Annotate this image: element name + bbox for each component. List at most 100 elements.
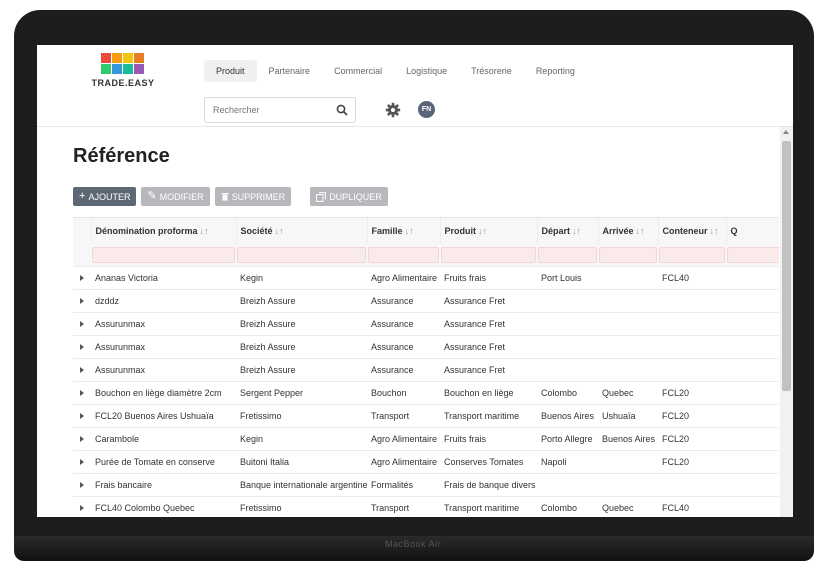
table-cell: Breizh Assure (236, 311, 367, 335)
nav-item-trsorerie[interactable]: Trésorerie (459, 60, 524, 82)
table-cell: Assurance (367, 311, 440, 335)
gear-icon[interactable] (385, 102, 401, 118)
sort-icon[interactable]: ↓↑ (636, 226, 645, 236)
expand-cell[interactable] (73, 426, 91, 450)
nav-item-partenaire[interactable]: Partenaire (257, 60, 323, 82)
expand-caret-icon[interactable] (80, 297, 84, 304)
expand-caret-icon[interactable] (80, 343, 84, 350)
expand-cell[interactable] (73, 472, 91, 496)
column-header-label: Société (240, 226, 273, 236)
table-cell: Kegin (236, 265, 367, 289)
expand-caret-icon[interactable] (80, 481, 84, 488)
table-row[interactable]: Bouchon en liège diamètre 2cm Sergent Pep… (73, 380, 779, 404)
expand-caret-icon[interactable] (80, 435, 84, 442)
expand-cell[interactable] (73, 311, 91, 335)
column-filter-input[interactable] (237, 246, 366, 263)
column-filter-input[interactable] (368, 246, 439, 263)
duplicate-button[interactable]: DUPLIQUER (310, 187, 388, 206)
expand-cell[interactable] (73, 449, 91, 473)
sort-icon[interactable]: ↓↑ (405, 226, 414, 236)
expand-caret-icon[interactable] (80, 412, 84, 419)
table-cell (537, 357, 598, 381)
delete-button[interactable]: SUPPRIMER (214, 187, 292, 206)
table-cell: Assurunmax (91, 334, 236, 358)
expand-caret-icon[interactable] (80, 274, 84, 281)
action-toolbar: + AJOUTER ✎ MODIFIER SUPPRIMER DUPLIQUER (73, 187, 388, 206)
expand-caret-icon[interactable] (80, 320, 84, 327)
table-cell: Buenos Aires (598, 426, 658, 450)
table-cell: Frais de banque divers (440, 472, 537, 496)
table-row[interactable]: Carambole Kegin Agro Alimentaire Fruits fra… (73, 426, 779, 450)
column-filter-input[interactable] (727, 246, 779, 263)
expand-caret-icon[interactable] (80, 366, 84, 373)
table-cell: dzddz (91, 288, 236, 312)
table-row[interactable]: FCL20 Buenos Aires Ushuaïa Fretissimo Tran… (73, 403, 779, 427)
nav-item-produit[interactable]: Produit (204, 60, 257, 82)
expand-cell[interactable] (73, 495, 91, 517)
column-header[interactable]: Dénomination proforma ↓↑ (91, 218, 237, 244)
nav-item-logistique[interactable]: Logistique (394, 60, 459, 82)
column-filter-input[interactable] (441, 246, 536, 263)
pencil-icon: ✎ (147, 190, 157, 202)
table-cell: Assurance Fret (440, 357, 537, 381)
add-button[interactable]: + AJOUTER (73, 187, 137, 206)
sort-icon[interactable]: ↓↑ (275, 226, 284, 236)
search-input[interactable] (205, 98, 330, 122)
expand-caret-icon[interactable] (80, 458, 84, 465)
expand-cell[interactable] (73, 380, 91, 404)
user-avatar[interactable]: FN (418, 101, 435, 118)
plus-icon: + (79, 190, 86, 202)
column-header[interactable]: Q (726, 218, 779, 244)
logo[interactable]: TRADE.EASY (90, 53, 156, 88)
column-filter-input[interactable] (538, 246, 597, 263)
sort-icon[interactable]: ↓↑ (200, 226, 209, 236)
logo-square (134, 53, 144, 63)
column-header[interactable]: Société ↓↑ (236, 218, 368, 244)
table-row[interactable]: Assurunmax Breizh Assure Assurance Assuranc… (73, 311, 779, 335)
expand-cell[interactable] (73, 357, 91, 381)
table-cell: FCL20 (658, 426, 726, 450)
expand-cell[interactable] (73, 288, 91, 312)
table-cell (726, 426, 779, 450)
table-cell: FCL20 Buenos Aires Ushuaïa (91, 403, 236, 427)
expand-cell[interactable] (73, 403, 91, 427)
column-filter-input[interactable] (92, 246, 235, 263)
logo-text: TRADE.EASY (91, 78, 155, 88)
table-cell: Buenos Aires (537, 403, 598, 427)
table-cell: Sergent Pepper (236, 380, 367, 404)
expand-caret-icon[interactable] (80, 504, 84, 511)
expand-cell[interactable] (73, 265, 91, 289)
expand-cell[interactable] (73, 334, 91, 358)
scroll-thumb[interactable] (782, 141, 791, 391)
table-cell: Fretissimo (236, 495, 367, 517)
table-row[interactable]: FCL40 Colombo Quebec Fretissimo Transport T… (73, 495, 779, 517)
column-header[interactable]: Conteneur ↓↑ (658, 218, 727, 244)
table-row[interactable]: Frais bancaire Banque internationale arge… (73, 472, 779, 496)
filter-cell (440, 244, 537, 266)
nav-item-reporting[interactable]: Reporting (524, 60, 587, 82)
column-filter-input[interactable] (599, 246, 657, 263)
column-header[interactable]: Famille ↓↑ (367, 218, 441, 244)
column-header[interactable]: Produit ↓↑ (440, 218, 538, 244)
table-cell: Quebec (598, 380, 658, 404)
table-cell: Quebec (598, 495, 658, 517)
vertical-scrollbar[interactable] (780, 127, 793, 517)
table-row[interactable]: Assurunmax Breizh Assure Assurance Assuranc… (73, 334, 779, 358)
copy-icon (316, 191, 327, 202)
table-row[interactable]: Ananas Victoria Kegin Agro Alimentaire Frui… (73, 265, 779, 289)
sort-icon[interactable]: ↓↑ (710, 226, 719, 236)
column-header[interactable]: Départ ↓↑ (537, 218, 599, 244)
column-header-label: Famille (371, 226, 403, 236)
table-row[interactable]: Purée de Tomate en conserve Buitoni Itali… (73, 449, 779, 473)
expand-caret-icon[interactable] (80, 389, 84, 396)
sort-icon[interactable]: ↓↑ (478, 226, 487, 236)
column-header[interactable]: Arrivée ↓↑ (598, 218, 659, 244)
search-icon[interactable] (336, 104, 348, 116)
scroll-up-arrow-icon[interactable] (783, 130, 789, 134)
edit-button[interactable]: ✎ MODIFIER (141, 187, 210, 206)
sort-icon[interactable]: ↓↑ (572, 226, 581, 236)
table-row[interactable]: dzddz Breizh Assure Assurance Assurance Fre… (73, 288, 779, 312)
table-row[interactable]: Assurunmax Breizh Assure Assurance Assuranc… (73, 357, 779, 381)
nav-item-commercial[interactable]: Commercial (322, 60, 394, 82)
column-filter-input[interactable] (659, 246, 725, 263)
